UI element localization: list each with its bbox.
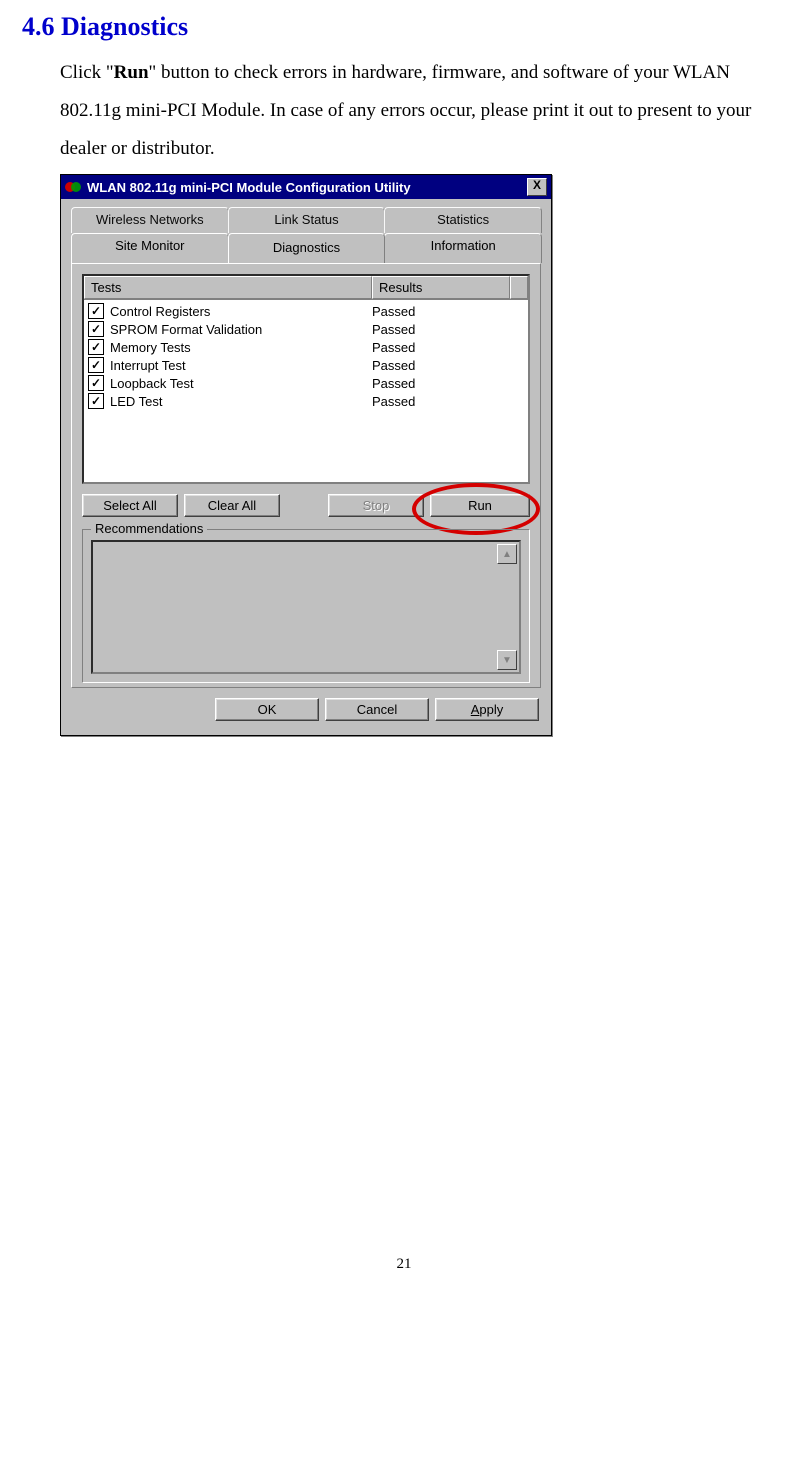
test-name: Memory Tests [110, 340, 372, 355]
tab-wireless-networks[interactable]: Wireless Networks [71, 207, 229, 233]
checkbox-icon[interactable]: ✓ [88, 357, 104, 373]
titlebar: WLAN 802.11g mini-PCI Module Configurati… [61, 175, 551, 199]
ok-button[interactable]: OK [215, 698, 319, 721]
tab-statistics[interactable]: Statistics [384, 207, 542, 233]
body-paragraph: Click "Run" button to check errors in ha… [60, 54, 788, 168]
list-body: ✓ Control Registers Passed ✓ SPROM Forma… [84, 300, 528, 412]
column-tests[interactable]: Tests [84, 276, 372, 299]
list-header: Tests Results [84, 276, 528, 300]
stop-button: Stop [328, 494, 424, 517]
apply-rest: pply [479, 702, 503, 717]
test-result: Passed [372, 394, 524, 409]
list-item[interactable]: ✓ LED Test Passed [86, 392, 526, 410]
para-part-b: " button to check errors in hardware, fi… [60, 62, 751, 159]
diag-button-row: Select All Clear All Stop Run [82, 484, 530, 521]
test-result: Passed [372, 322, 524, 337]
checkbox-icon[interactable]: ✓ [88, 393, 104, 409]
test-name: Control Registers [110, 304, 372, 319]
test-result: Passed [372, 340, 524, 355]
config-dialog: WLAN 802.11g mini-PCI Module Configurati… [60, 174, 552, 736]
section-heading: 4.6 Diagnostics [22, 12, 788, 42]
test-result: Passed [372, 358, 524, 373]
para-part-a: Click " [60, 62, 114, 83]
list-item[interactable]: ✓ Control Registers Passed [86, 302, 526, 320]
clear-all-button[interactable]: Clear All [184, 494, 280, 517]
scroll-up-button[interactable]: ▲ [497, 544, 517, 564]
test-name: Loopback Test [110, 376, 372, 391]
tab-strip: Wireless Networks Link Status Statistics… [61, 199, 551, 263]
test-result: Passed [372, 376, 524, 391]
column-scroll-stub [510, 276, 528, 299]
tab-site-monitor[interactable]: Site Monitor [71, 233, 229, 263]
tests-list: Tests Results ✓ Control Registers Passed… [82, 274, 530, 484]
test-name: SPROM Format Validation [110, 322, 372, 337]
recommendations-textbox: ▲ ▼ [91, 540, 521, 674]
recommendations-legend: Recommendations [91, 521, 207, 536]
dialog-bottom-buttons: OK Cancel Apply [61, 688, 551, 729]
select-all-button[interactable]: Select All [82, 494, 178, 517]
recommendations-group: Recommendations ▲ ▼ [82, 529, 530, 683]
column-results[interactable]: Results [372, 276, 510, 299]
close-button[interactable]: X [527, 178, 547, 196]
test-name: LED Test [110, 394, 372, 409]
checkbox-icon[interactable]: ✓ [88, 303, 104, 319]
apply-button[interactable]: Apply [435, 698, 539, 721]
checkbox-icon[interactable]: ✓ [88, 375, 104, 391]
tab-diagnostics[interactable]: Diagnostics [228, 233, 386, 263]
list-item[interactable]: ✓ Memory Tests Passed [86, 338, 526, 356]
scroll-down-button[interactable]: ▼ [497, 650, 517, 670]
tab-information[interactable]: Information [384, 233, 542, 263]
page-number: 21 [20, 1256, 788, 1273]
app-icon [65, 179, 81, 195]
para-run-bold: Run [114, 62, 149, 83]
window-title: WLAN 802.11g mini-PCI Module Configurati… [87, 180, 527, 195]
run-button[interactable]: Run [430, 494, 530, 517]
tab-link-status[interactable]: Link Status [228, 207, 386, 233]
checkbox-icon[interactable]: ✓ [88, 339, 104, 355]
list-item[interactable]: ✓ Interrupt Test Passed [86, 356, 526, 374]
list-item[interactable]: ✓ SPROM Format Validation Passed [86, 320, 526, 338]
diagnostics-pane: Tests Results ✓ Control Registers Passed… [71, 263, 541, 688]
cancel-button[interactable]: Cancel [325, 698, 429, 721]
test-name: Interrupt Test [110, 358, 372, 373]
test-result: Passed [372, 304, 524, 319]
list-item[interactable]: ✓ Loopback Test Passed [86, 374, 526, 392]
checkbox-icon[interactable]: ✓ [88, 321, 104, 337]
